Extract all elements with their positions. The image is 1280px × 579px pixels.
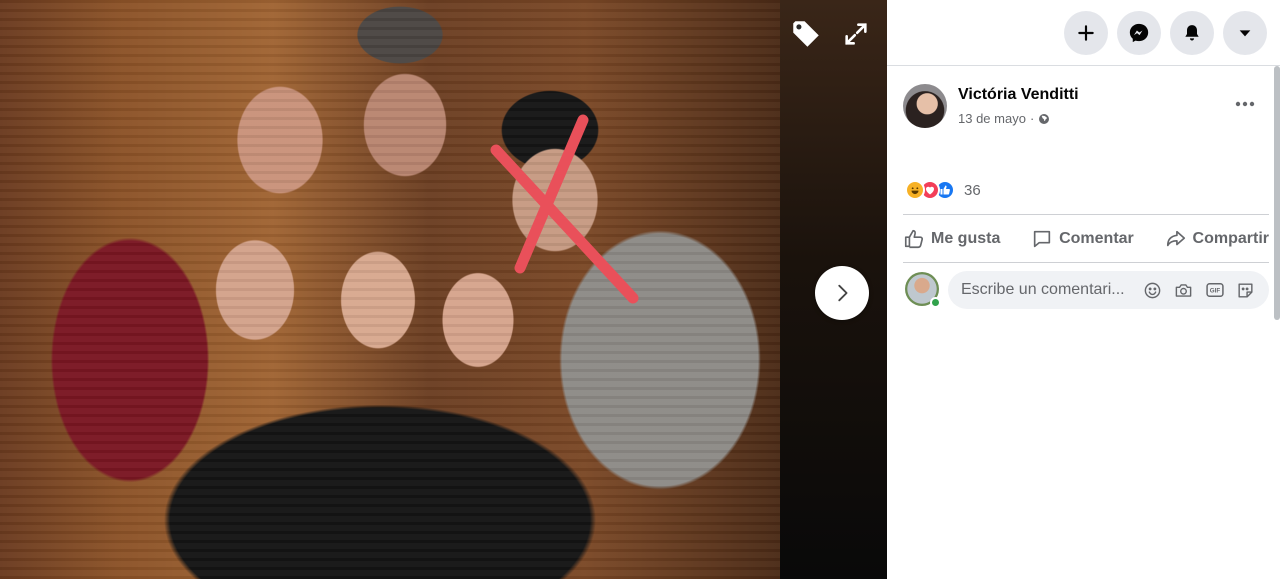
globe-icon[interactable]	[1038, 113, 1050, 125]
reaction-summary[interactable]: 36	[905, 180, 981, 200]
fullscreen-button[interactable]	[836, 14, 876, 54]
gif-icon[interactable]: GIF	[1204, 280, 1225, 301]
like-button[interactable]: Me gusta	[903, 228, 1000, 250]
create-button[interactable]	[1064, 11, 1108, 55]
svg-text:GIF: GIF	[1209, 288, 1220, 295]
meta-separator: ·	[1029, 111, 1035, 126]
bell-icon	[1185, 25, 1199, 41]
camera-icon[interactable]	[1173, 280, 1194, 301]
comment-input[interactable]	[961, 281, 1136, 299]
chevron-right-icon	[838, 284, 848, 302]
comment-icon	[1033, 230, 1051, 248]
post-date[interactable]: 13 de mayo	[958, 111, 1026, 126]
tag-icon	[793, 21, 819, 47]
divider	[903, 214, 1269, 215]
divider	[903, 262, 1269, 263]
like-label: Me gusta	[931, 230, 1001, 247]
comment-box[interactable]: GIF	[948, 271, 1269, 309]
expand-icon	[845, 23, 867, 45]
tag-button[interactable]	[786, 14, 826, 54]
comment-button[interactable]: Comentar	[1031, 228, 1134, 250]
author-name[interactable]: Victória Venditti	[958, 86, 1079, 104]
comment-composer: GIF	[903, 270, 1269, 310]
comment-tools: GIF	[1142, 280, 1256, 301]
sticker-icon[interactable]	[1235, 280, 1256, 301]
comment-label: Comentar	[1059, 230, 1134, 247]
thumbs-up-icon	[904, 229, 924, 249]
post-options-button[interactable]	[1227, 90, 1263, 118]
post-header: Victória Venditti 13 de mayo ·	[903, 84, 1263, 132]
messenger-button[interactable]	[1117, 11, 1161, 55]
share-button[interactable]: Compartir	[1165, 228, 1269, 250]
share-icon	[1166, 230, 1185, 247]
photo-post-window: Victória Venditti 13 de mayo · 36 Me gus…	[0, 0, 1280, 579]
author-avatar[interactable]	[903, 84, 947, 128]
more-horizontal-icon	[1235, 101, 1255, 107]
reaction-count[interactable]: 36	[964, 182, 981, 199]
plus-icon	[1078, 25, 1094, 41]
notifications-button[interactable]	[1170, 11, 1214, 55]
post-actions: Me gusta Comentar Compartir	[903, 219, 1269, 259]
photo-texture	[0, 0, 780, 579]
top-bar	[887, 0, 1280, 66]
photo-viewer	[0, 0, 887, 579]
next-photo-button[interactable]	[815, 266, 869, 320]
haha-icon	[905, 180, 925, 200]
emoji-icon[interactable]	[1142, 280, 1163, 301]
share-label: Compartir	[1192, 230, 1269, 247]
post-meta: 13 de mayo ·	[958, 111, 1050, 126]
messenger-icon	[1129, 23, 1149, 43]
online-status-badge	[930, 297, 941, 308]
post-side-panel: Victória Venditti 13 de mayo · 36 Me gus…	[887, 0, 1280, 579]
caret-down-icon	[1239, 30, 1251, 37]
scrollbar[interactable]	[1274, 66, 1280, 320]
account-menu-button[interactable]	[1223, 11, 1267, 55]
